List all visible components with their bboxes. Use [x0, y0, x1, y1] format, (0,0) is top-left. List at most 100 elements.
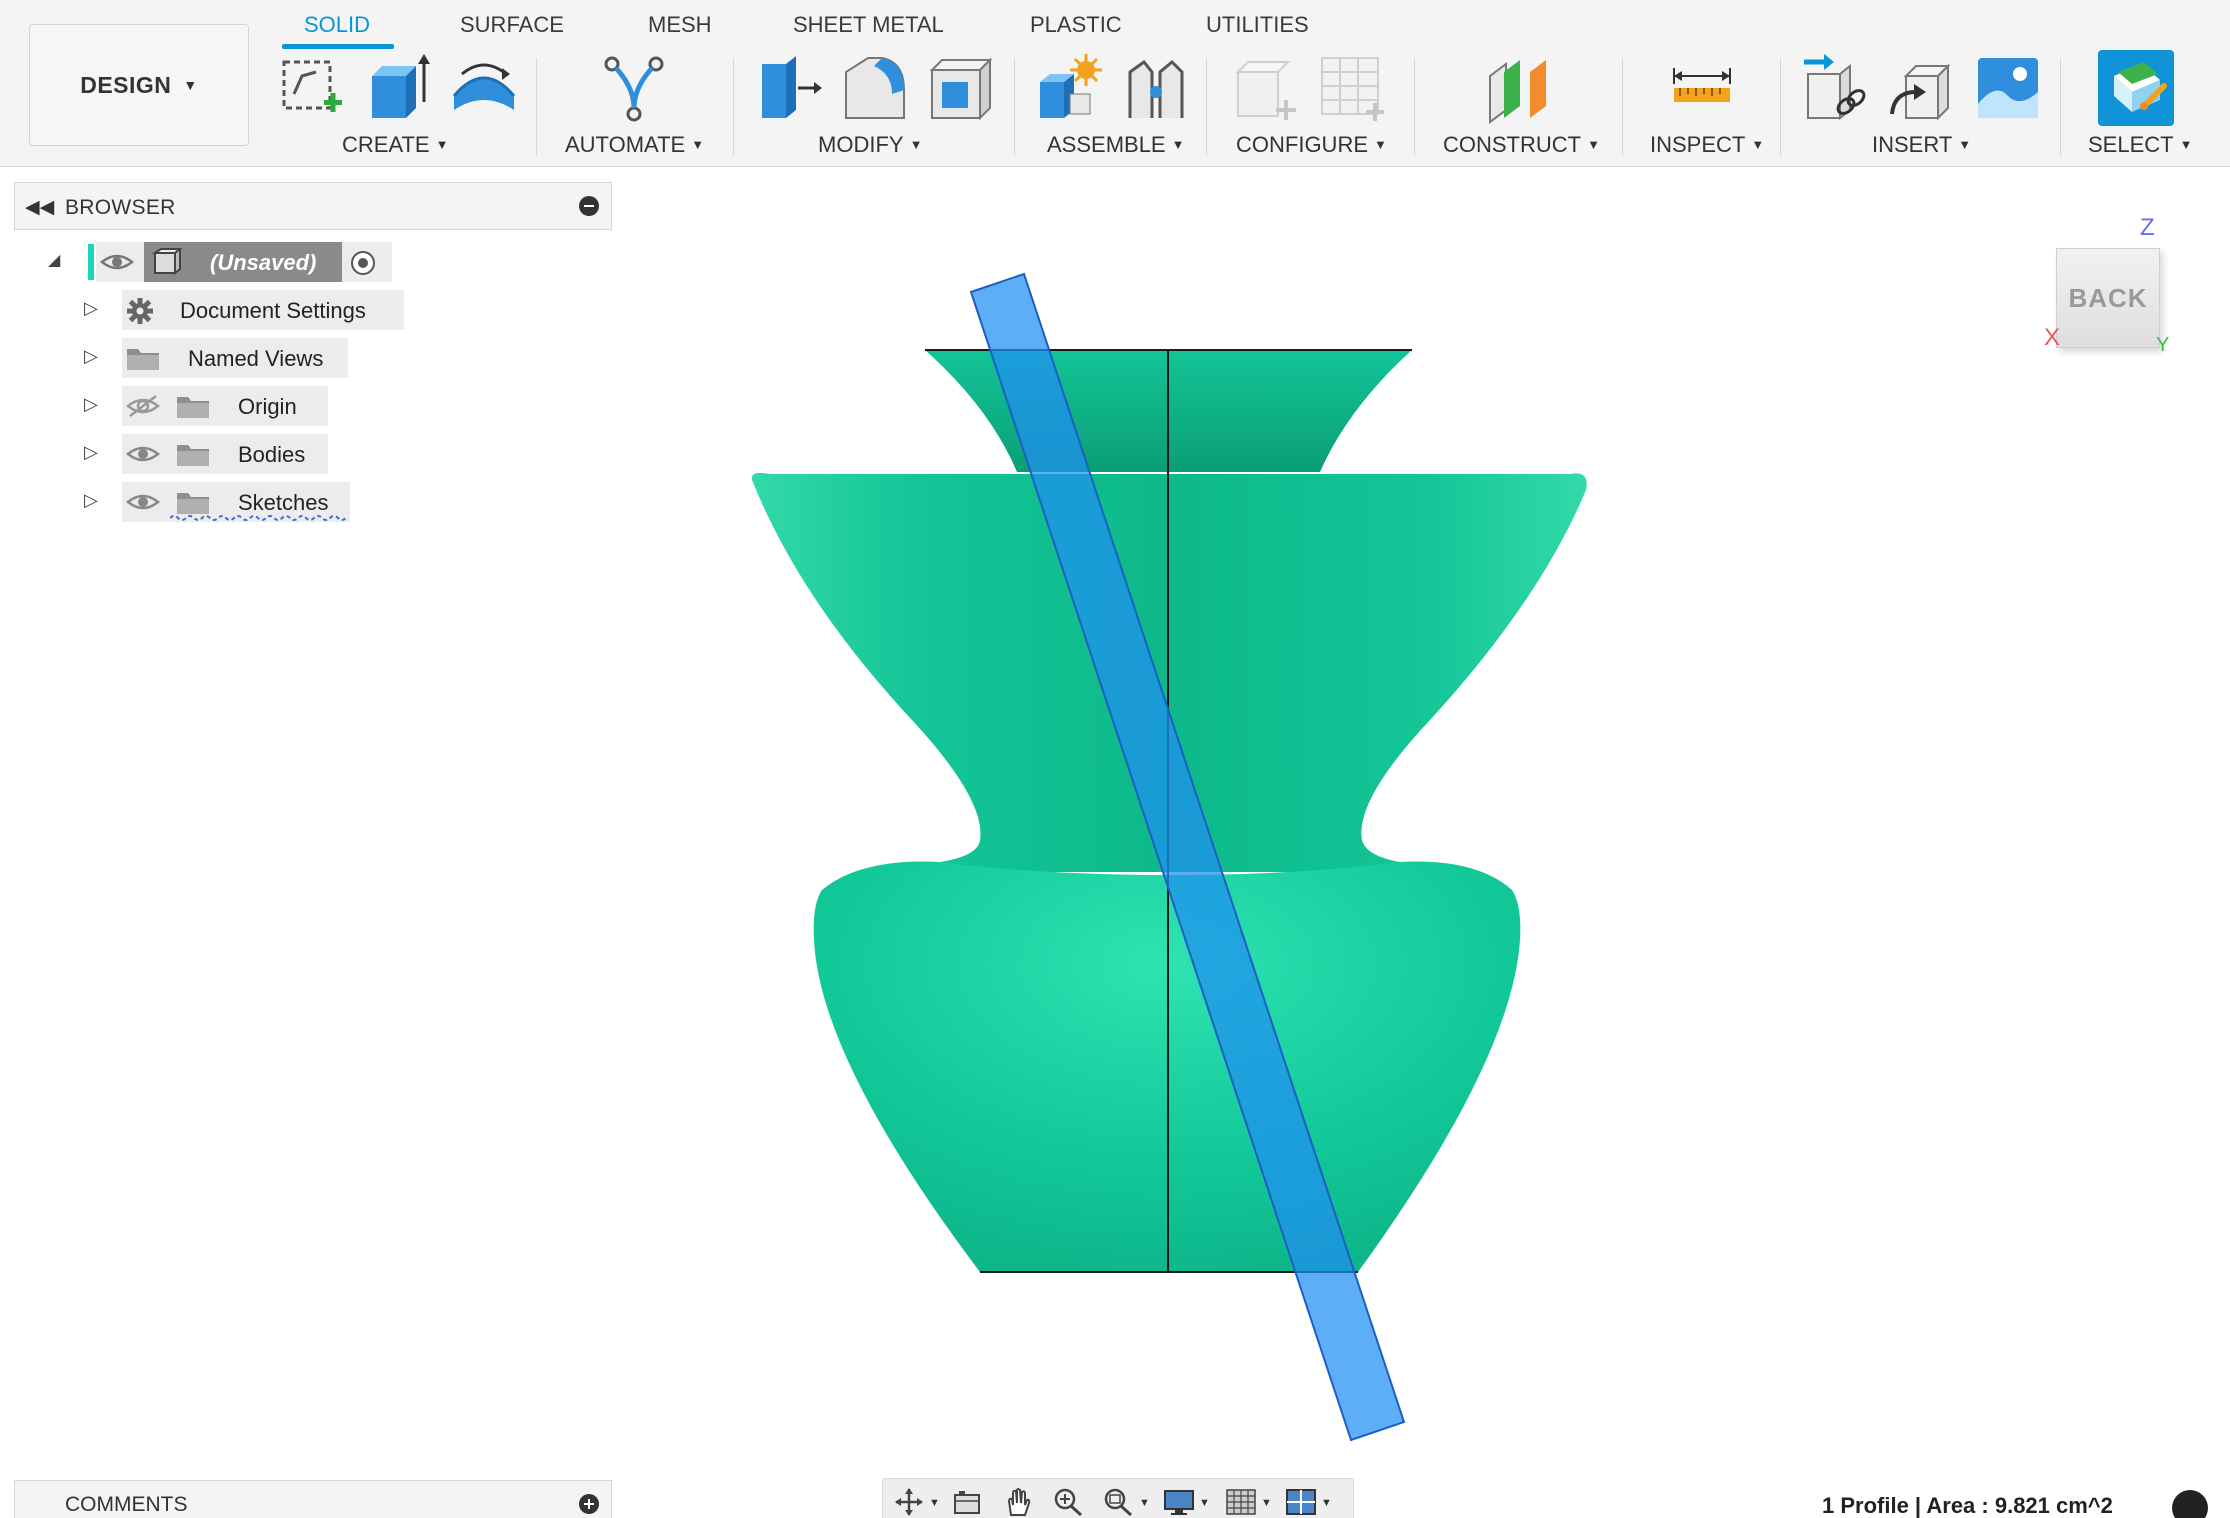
add-comment-icon[interactable]	[579, 1494, 599, 1514]
browser-item-document-settings[interactable]: ▷ Document Settings	[0, 290, 420, 330]
model-upper-cone	[751, 472, 1587, 872]
fillet-icon[interactable]	[838, 52, 910, 124]
display-settings-icon[interactable]	[1161, 1487, 1197, 1517]
chevron-down-icon[interactable]: ▼	[1139, 1497, 1150, 1509]
browser-item-origin[interactable]: ▷ Origin	[0, 386, 420, 426]
configure-label: CONFIGURE	[1236, 132, 1368, 157]
revolve-icon[interactable]	[448, 52, 520, 124]
chevron-down-icon: ▼	[1958, 137, 1972, 152]
look-at-icon[interactable]	[949, 1487, 985, 1517]
automate-menu[interactable]: AUTOMATE ▼	[565, 132, 704, 158]
browser-item-sketches[interactable]: ▷ Sketches	[0, 482, 420, 522]
measure-icon[interactable]	[1666, 52, 1738, 124]
grid-icon[interactable]	[1223, 1487, 1259, 1517]
expand-triangle-icon[interactable]: ▷	[84, 298, 98, 319]
toolbar: DESIGN ▼ SOLID SURFACE MESH SHEET METAL …	[0, 0, 2230, 167]
chevron-down-icon: ▼	[1751, 137, 1765, 152]
expand-triangle-icon[interactable]: ▷	[84, 490, 98, 511]
comments-title: COMMENTS	[65, 1493, 188, 1516]
chevron-down-icon: ▼	[2179, 137, 2193, 152]
chevron-down-icon: ▼	[183, 77, 198, 93]
status-readout: 1 Profile | Area : 9.821 cm^2	[1822, 1493, 2113, 1518]
eye-hidden-icon[interactable]	[126, 394, 160, 418]
chevron-down-icon[interactable]: ▼	[1261, 1497, 1272, 1509]
insert-mesh-icon[interactable]	[1886, 52, 1958, 124]
insert-menu[interactable]: INSERT ▼	[1872, 132, 1971, 158]
select-icon[interactable]	[2098, 50, 2174, 126]
joint-icon[interactable]	[1120, 52, 1192, 124]
viewports-icon[interactable]	[1283, 1487, 1319, 1517]
model-top-flare	[925, 350, 1412, 472]
browser-item-named-views[interactable]: ▷ Named Views	[0, 338, 420, 378]
select-menu[interactable]: SELECT ▼	[2088, 132, 2192, 158]
extrude-icon[interactable]	[362, 52, 434, 124]
expand-triangle-icon[interactable]: ▷	[84, 394, 98, 415]
active-tab-indicator	[282, 44, 394, 49]
offset-plane-icon[interactable]	[1484, 52, 1556, 124]
eye-icon[interactable]	[126, 490, 160, 514]
eye-icon[interactable]	[100, 250, 134, 274]
tab-surface[interactable]: SURFACE	[460, 12, 564, 38]
view-cube-face-label: BACK	[2068, 282, 2148, 313]
expand-triangle-icon[interactable]: ▷	[84, 442, 98, 463]
browser-title: BROWSER	[65, 196, 176, 219]
collapse-panel-icon[interactable]: ◀◀	[25, 196, 54, 219]
shell-icon[interactable]	[924, 52, 996, 124]
tab-utilities[interactable]: UTILITIES	[1206, 12, 1309, 38]
navigation-bar: ▼ ▼ ▼ ▼ ▼	[882, 1478, 1354, 1518]
workspace-switcher[interactable]: DESIGN ▼	[29, 24, 249, 146]
zoom-icon[interactable]	[1051, 1487, 1087, 1517]
folder-icon	[177, 493, 209, 514]
eye-icon[interactable]	[126, 442, 160, 466]
tab-mesh[interactable]: MESH	[648, 12, 712, 38]
modify-menu[interactable]: MODIFY ▼	[818, 132, 922, 158]
model-lower-bulb	[813, 861, 1521, 1272]
browser-item-label: Origin	[238, 394, 297, 419]
sketch-profile-band[interactable]	[969, 272, 1406, 1442]
folder-icon	[127, 349, 159, 370]
assemble-label: ASSEMBLE	[1047, 132, 1166, 157]
browser-item-label: Document Settings	[180, 298, 366, 323]
automate-icon[interactable]	[598, 52, 670, 124]
chevron-down-icon[interactable]: ▼	[929, 1497, 940, 1509]
new-component-icon[interactable]	[1034, 52, 1106, 124]
pan-hand-icon[interactable]	[1001, 1487, 1037, 1517]
table-icon[interactable]	[1316, 52, 1388, 124]
tab-plastic[interactable]: PLASTIC	[1030, 12, 1122, 38]
divider	[1206, 58, 1207, 156]
workspace-label: DESIGN	[80, 71, 172, 98]
orbit-icon[interactable]	[891, 1487, 927, 1517]
construct-menu[interactable]: CONSTRUCT ▼	[1443, 132, 1600, 158]
divider	[1780, 58, 1781, 156]
press-pull-icon[interactable]	[752, 52, 824, 124]
browser-root-row[interactable]: ◢ (Unsaved)	[0, 242, 420, 282]
create-sketch-icon[interactable]	[276, 52, 348, 124]
edit-icon[interactable]	[2172, 1490, 2208, 1518]
create-menu[interactable]: CREATE ▼	[342, 132, 448, 158]
tab-sheet-metal[interactable]: SHEET METAL	[793, 12, 944, 38]
comments-panel-header: COMMENTS	[14, 1480, 612, 1518]
collapse-triangle-icon[interactable]: ◢	[48, 250, 60, 270]
activate-radio-icon[interactable]	[350, 250, 376, 276]
fusion-window: DESIGN ▼ SOLID SURFACE MESH SHEET METAL …	[0, 0, 2230, 1518]
zoom-window-icon[interactable]	[1101, 1487, 1137, 1517]
configure-menu[interactable]: CONFIGURE ▼	[1236, 132, 1387, 158]
expand-triangle-icon[interactable]: ▷	[84, 346, 98, 367]
canvas-icon[interactable]	[1972, 52, 2044, 124]
tab-solid[interactable]: SOLID	[304, 12, 370, 38]
folder-icon	[177, 445, 209, 466]
warning-underline	[170, 515, 347, 521]
chevron-down-icon: ▼	[1374, 137, 1387, 152]
view-cube[interactable]: Z BACK X Y	[2040, 210, 2200, 370]
chevron-down-icon[interactable]: ▼	[1321, 1497, 1332, 1509]
inspect-menu[interactable]: INSPECT ▼	[1650, 132, 1764, 158]
minimize-icon[interactable]	[579, 196, 599, 216]
view-cube-face[interactable]: BACK	[2056, 248, 2160, 348]
insert-derive-icon[interactable]	[1800, 52, 1872, 124]
chevron-down-icon[interactable]: ▼	[1199, 1497, 1210, 1509]
browser-item-bodies[interactable]: ▷ Bodies	[0, 434, 420, 474]
configure-icon[interactable]	[1230, 52, 1302, 124]
assemble-menu[interactable]: ASSEMBLE ▼	[1047, 132, 1184, 158]
select-label: SELECT	[2088, 132, 2174, 157]
chevron-down-icon: ▼	[1171, 137, 1185, 152]
